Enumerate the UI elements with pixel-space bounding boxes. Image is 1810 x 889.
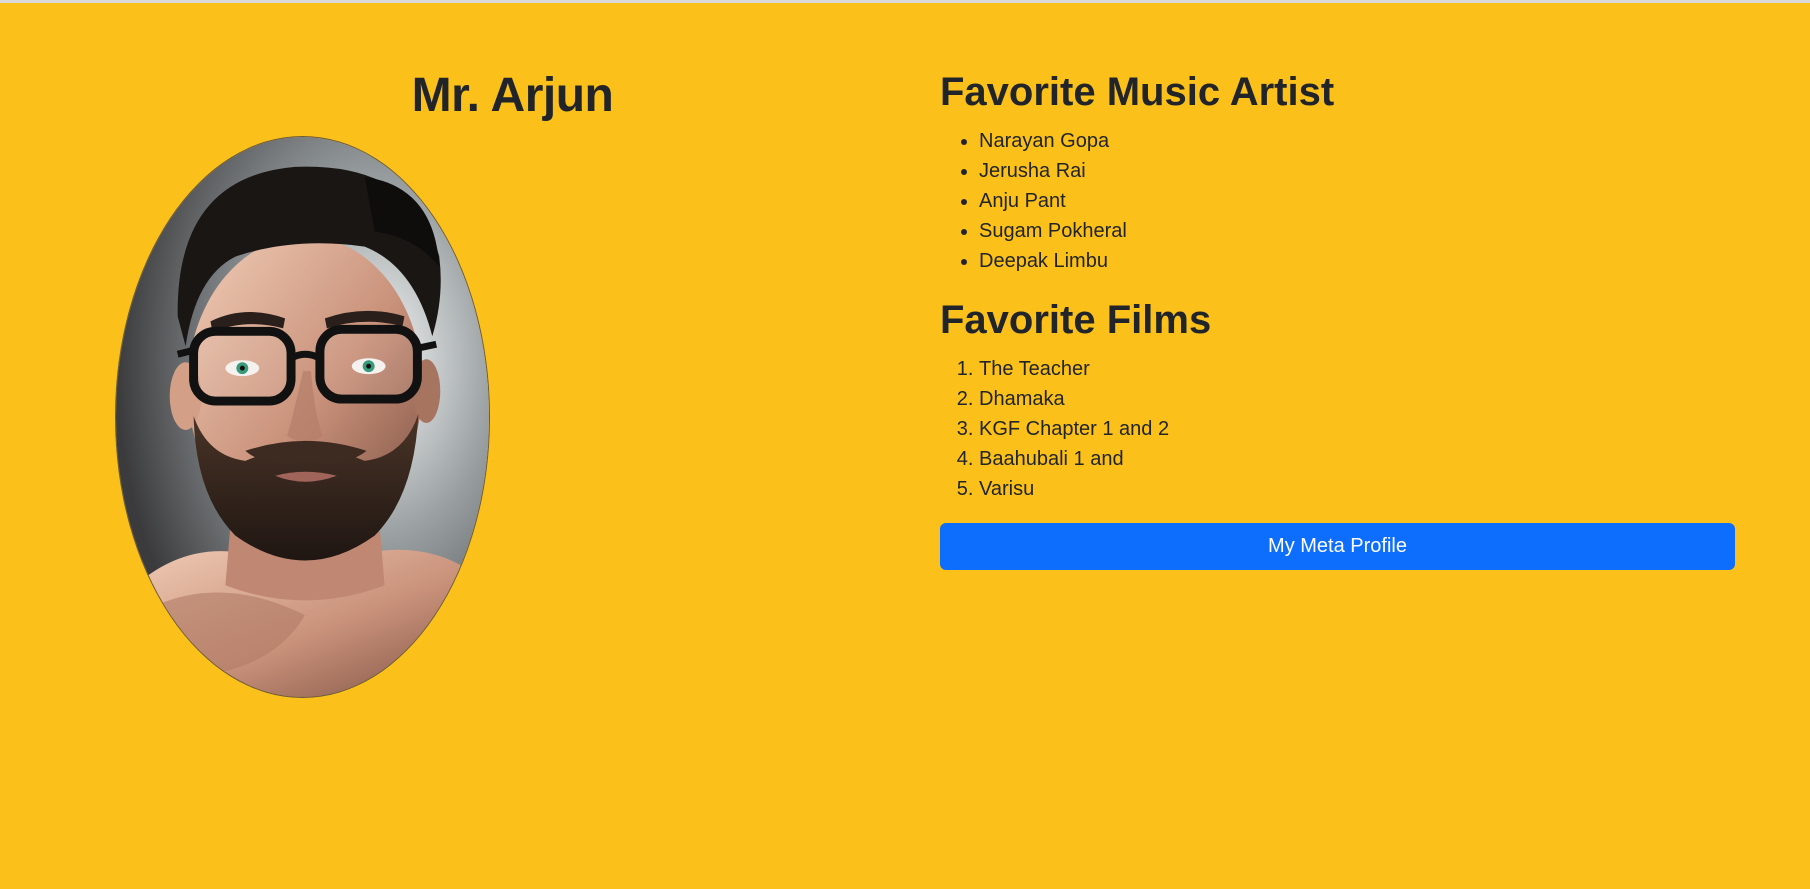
- list-item: KGF Chapter 1 and 2: [979, 414, 1169, 444]
- list-item: Jerusha Rai: [979, 156, 1127, 186]
- music-heading: Favorite Music Artist: [940, 70, 1335, 114]
- top-divider: [0, 0, 1810, 3]
- profile-name: Mr. Arjun: [411, 69, 614, 122]
- portrait-image: [116, 137, 489, 697]
- list-item: Narayan Gopa: [979, 126, 1127, 156]
- list-item: Sugam Pokheral: [979, 216, 1127, 246]
- films-list: The Teacher Dhamaka KGF Chapter 1 and 2 …: [940, 354, 1169, 504]
- list-item: Varisu: [979, 474, 1169, 504]
- music-list: Narayan Gopa Jerusha Rai Anju Pant Sugam…: [940, 126, 1127, 276]
- list-item: Anju Pant: [979, 186, 1127, 216]
- list-item: The Teacher: [979, 354, 1169, 384]
- list-item: Dhamaka: [979, 384, 1169, 414]
- list-item: Baahubali 1 and: [979, 444, 1169, 474]
- list-item: Deepak Limbu: [979, 246, 1127, 276]
- meta-profile-button[interactable]: My Meta Profile: [940, 523, 1735, 570]
- profile-portrait: [115, 136, 490, 698]
- films-heading: Favorite Films: [940, 298, 1212, 342]
